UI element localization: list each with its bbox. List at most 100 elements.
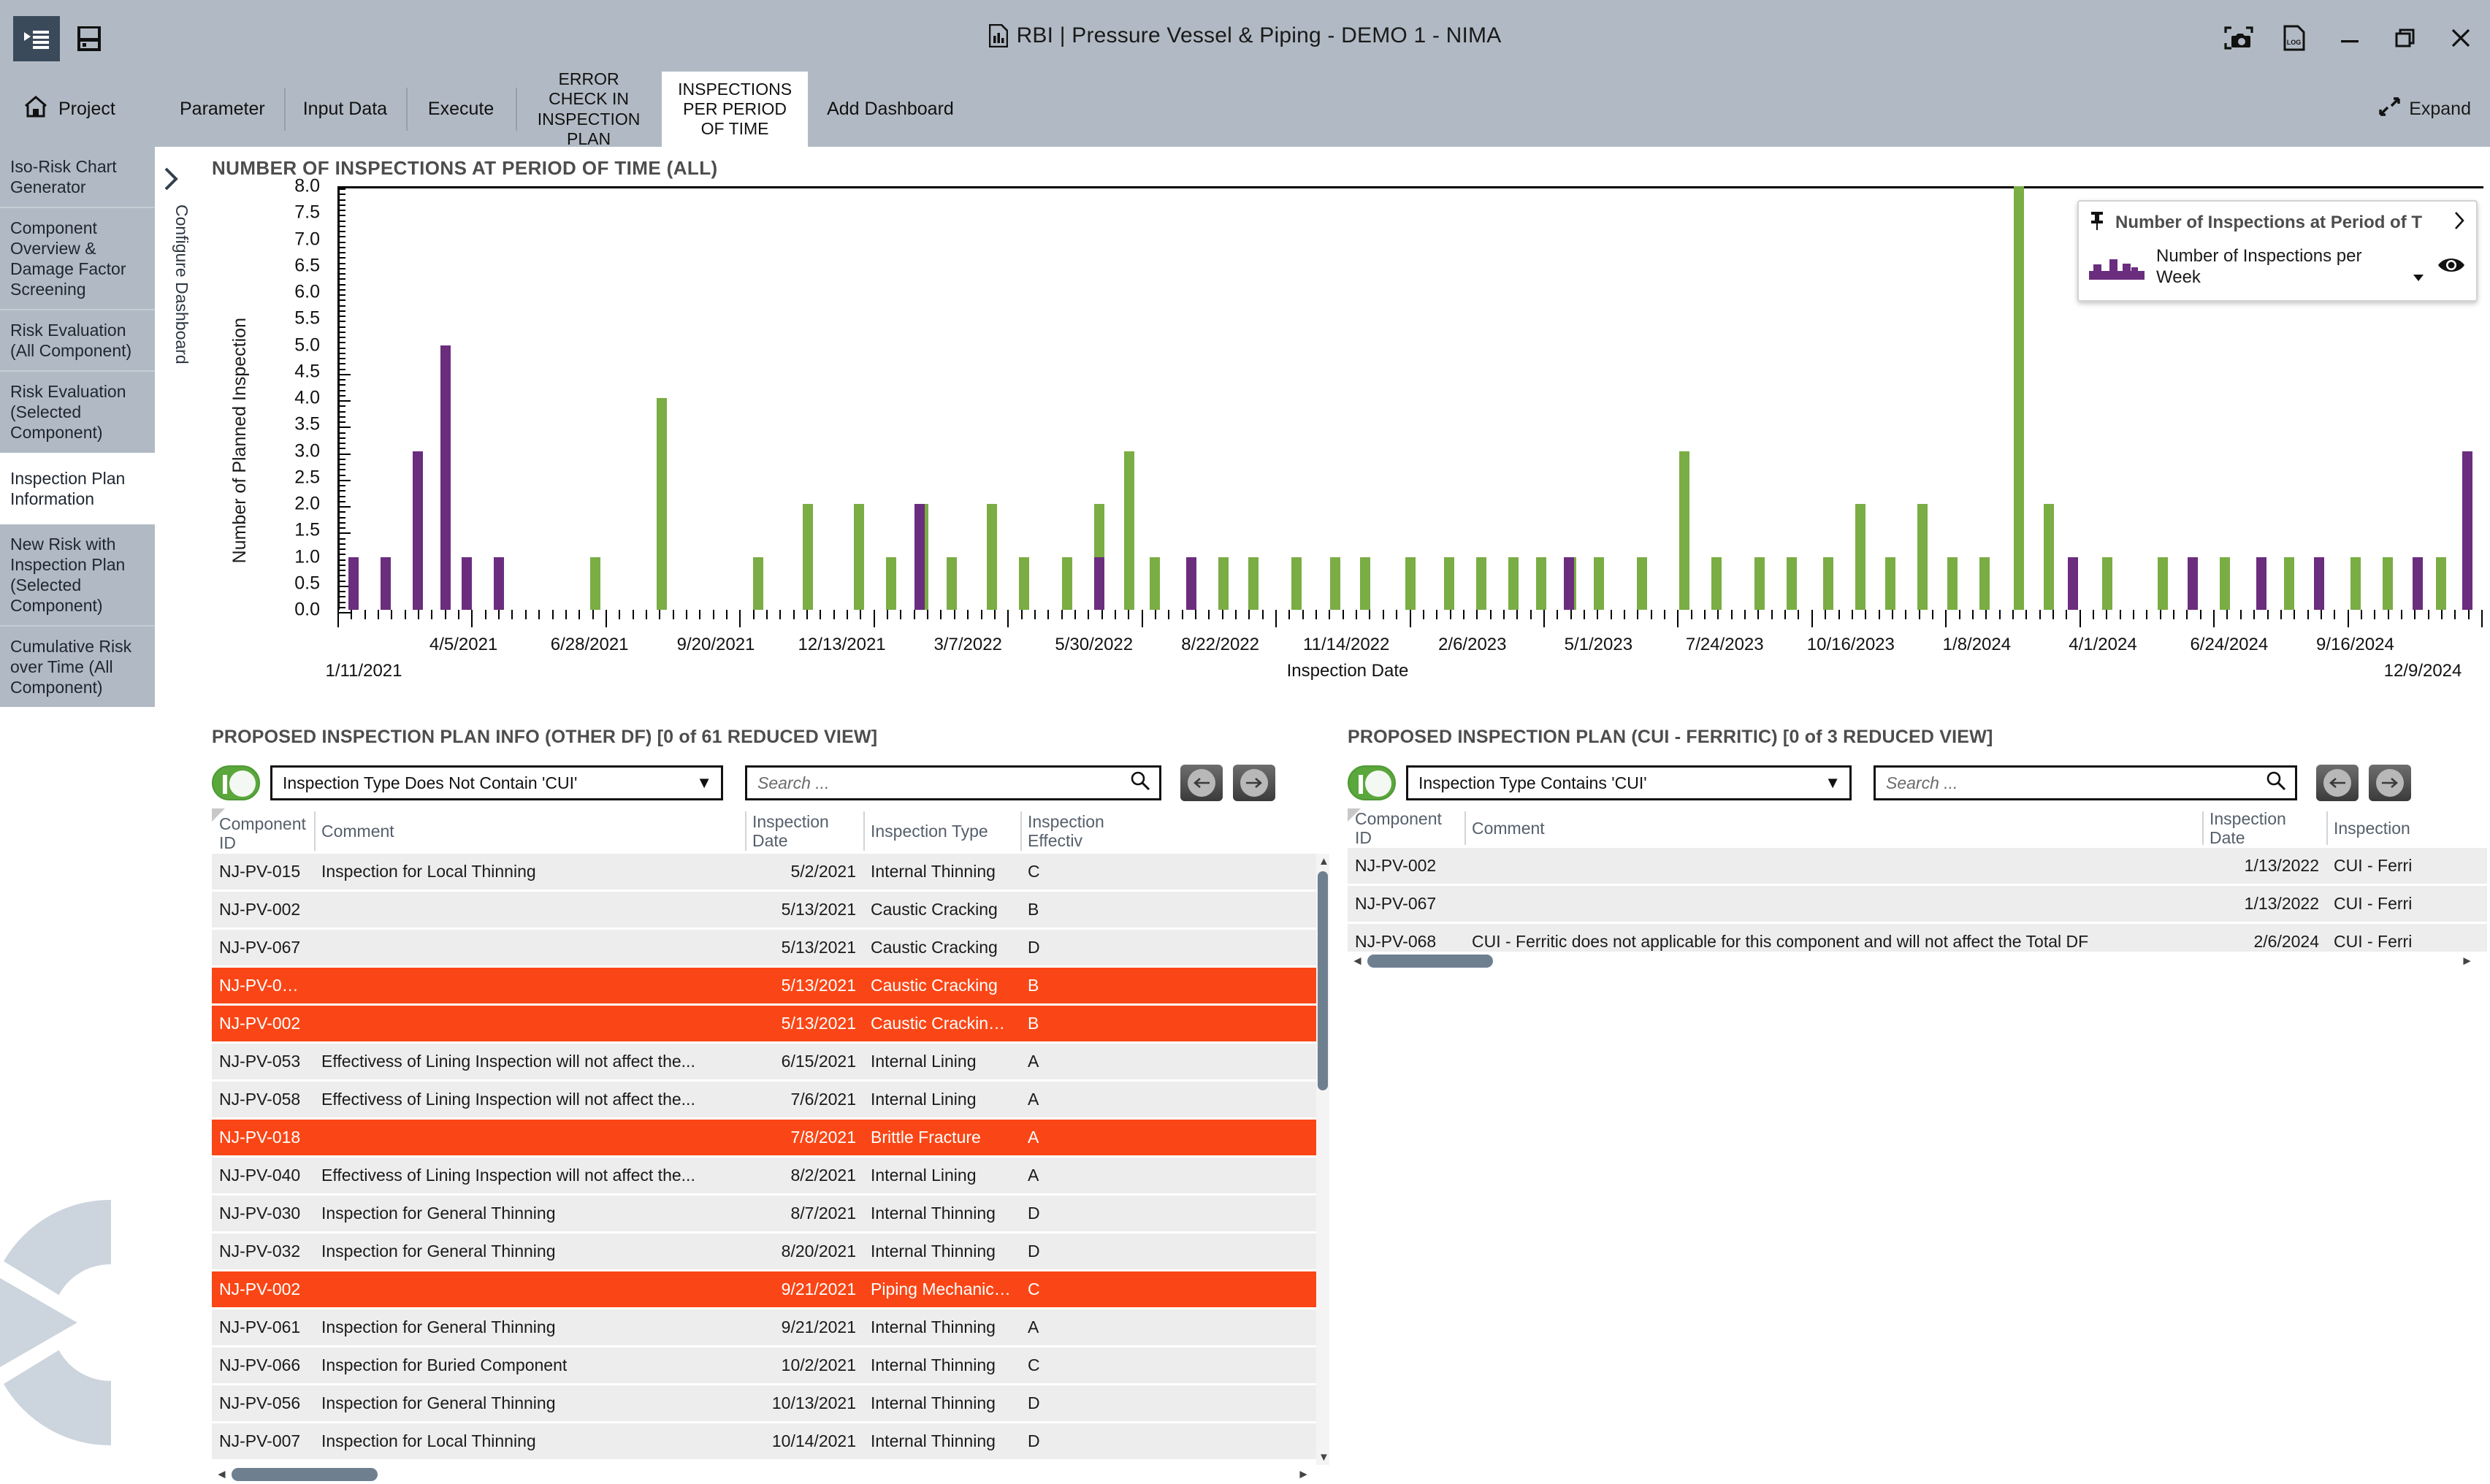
- table-row[interactable]: NJ-PV-018 7/8/2021 Brittle Fracture A: [212, 1120, 1329, 1158]
- left-table-vscroll-thumb[interactable]: [1318, 871, 1328, 1090]
- x-tickmark: [1315, 610, 1318, 619]
- x-tickmark: [847, 610, 849, 619]
- sidebar-item-iso-risk-chart-generator[interactable]: Iso-Risk Chart Generator: [0, 147, 155, 207]
- restore-window-icon[interactable]: [2389, 22, 2421, 54]
- table-row[interactable]: NJ-PV-015 Inspection for Local Thinning 5/…: [212, 854, 1329, 892]
- table-row[interactable]: NJ-PV-056 Inspection for General Thinning…: [212, 1385, 1329, 1423]
- tab-add-dashboard[interactable]: Add Dashboard: [808, 72, 973, 147]
- chart-canvas: Number of Inspections at Period of T Num…: [337, 186, 2483, 613]
- right-table-filter-select[interactable]: Inspection Type Contains 'CUI' ▼: [1406, 765, 1852, 800]
- left-table-hscroll-thumb[interactable]: [231, 1468, 378, 1481]
- column-header-inspection-date[interactable]: Inspection Date: [745, 808, 863, 854]
- table-row[interactable]: NJ-PV-061 Inspection for General Thinning…: [212, 1309, 1329, 1347]
- x-tickmark: [993, 610, 996, 619]
- left-table-vertical-scrollbar[interactable]: ▲ ▼: [1316, 854, 1329, 1465]
- sidebar-item-component-overview-damage-factor-screening[interactable]: Component Overview & Damage Factor Scree…: [0, 207, 155, 309]
- table-row[interactable]: NJ-PV-067 5/13/2021 Caustic Cracking D: [212, 930, 1329, 968]
- sidebar-item-inspection-plan-information[interactable]: Inspection Plan Information: [0, 459, 155, 519]
- right-table-grid[interactable]: Component ID Comment Inspection Date Ins…: [1348, 808, 2487, 971]
- x-tickmark: [2253, 610, 2256, 619]
- right-table-search-value: Search ...: [1886, 773, 1958, 792]
- column-header-component-id[interactable]: Component ID: [212, 808, 314, 854]
- right-table-search-input[interactable]: Search ...: [1874, 765, 2297, 800]
- column-header-inspection-type[interactable]: Inspection: [2326, 808, 2472, 848]
- sidebar-item-new-risk-with-inspection-plan-selected-component[interactable]: New Risk with Inspection Plan (Selected …: [0, 524, 155, 625]
- x-tickmark: [2307, 610, 2309, 619]
- scroll-right-icon[interactable]: ►: [2457, 954, 2477, 968]
- cell-inspection-type: Internal Lining: [871, 1052, 977, 1071]
- camera-screenshot-icon[interactable]: [2223, 22, 2255, 54]
- ribbon-project-button[interactable]: Project: [13, 72, 152, 147]
- table-row[interactable]: NJ-PV-032 Inspection for General Thinning…: [212, 1234, 1329, 1271]
- tab-inspections-per-period-of-time[interactable]: INSPECTIONS PER PERIOD OF TIME: [662, 72, 809, 147]
- left-table-filter-toggle[interactable]: [212, 765, 260, 800]
- chart-bar: [1563, 556, 1574, 610]
- x-tickmark: [1235, 610, 1237, 619]
- table-row[interactable]: NJ-PV-002 5/13/2021 Caustic Cracking6666 B: [212, 1006, 1329, 1044]
- tab-execute[interactable]: Execute: [406, 72, 516, 147]
- x-tickmark: [578, 610, 581, 619]
- left-table-search-input[interactable]: Search ...: [745, 765, 1161, 800]
- left-table-horizontal-scrollbar[interactable]: ◄ ►: [212, 1465, 1329, 1484]
- left-table-prev-button[interactable]: [1180, 765, 1223, 801]
- right-table-filter-toggle[interactable]: [1348, 765, 1396, 800]
- tab-input-data[interactable]: Input Data: [283, 72, 406, 147]
- cell-inspection-type: CUI - Ferri: [2334, 894, 2413, 913]
- scroll-up-icon[interactable]: ▲: [1318, 855, 1329, 868]
- y-tick-label: 0.5: [294, 573, 320, 594]
- table-row[interactable]: NJ-PV-002k... 5/13/2021 Caustic Cracking B: [212, 968, 1329, 1006]
- x-tickmark: [378, 610, 380, 619]
- table-row[interactable]: NJ-PV-002 5/13/2021 Caustic Cracking B: [212, 892, 1329, 930]
- table-row[interactable]: NJ-PV-066 Inspection for Buried Component…: [212, 1347, 1329, 1385]
- x-tickmark: [1221, 610, 1223, 619]
- scroll-down-icon[interactable]: ▼: [1318, 1451, 1329, 1464]
- scroll-left-icon[interactable]: ◄: [212, 1467, 232, 1482]
- table-row[interactable]: NJ-PV-053 Effectivess of Lining Inspectio…: [212, 1044, 1329, 1082]
- eye-icon[interactable]: [2437, 256, 2466, 278]
- caret-down-icon[interactable]: [2412, 270, 2425, 286]
- right-table-horizontal-scrollbar[interactable]: ◄ ►: [1348, 952, 2487, 971]
- table-row[interactable]: NJ-PV-002 1/13/2022 CUI - Ferri: [1348, 848, 2487, 886]
- left-table-filter-select[interactable]: Inspection Type Does Not Contain 'CUI' ▼: [270, 765, 723, 800]
- legend-entry[interactable]: Number of Inspections per Week: [2089, 246, 2466, 288]
- legend-expand-chevron-right-icon[interactable]: [2453, 211, 2466, 234]
- table-row[interactable]: NJ-PV-058 Effectivess of Lining Inspectio…: [212, 1082, 1329, 1120]
- table-row[interactable]: NJ-PV-002 9/21/2021 Piping Mechanical Fa..…: [212, 1271, 1329, 1309]
- sidebar-item-risk-evaluation-all-component[interactable]: Risk Evaluation (All Component): [0, 309, 155, 370]
- tab-parameter[interactable]: Parameter: [161, 72, 284, 147]
- chart-bar: [412, 451, 423, 610]
- cell-inspection-type: Internal Thinning: [871, 1204, 996, 1223]
- minimize-icon[interactable]: [2334, 22, 2366, 54]
- log-document-icon[interactable]: LOG: [2278, 22, 2310, 54]
- close-icon[interactable]: [2445, 22, 2477, 54]
- left-table-next-button[interactable]: [1233, 765, 1275, 801]
- cell-inspection-date: 7/8/2021: [790, 1128, 856, 1147]
- table-row[interactable]: NJ-PV-067 1/13/2022 CUI - Ferri: [1348, 886, 2487, 924]
- column-header-inspection-effectiveness[interactable]: Inspection Effectiv: [1020, 808, 1170, 854]
- column-header-component-id[interactable]: Component ID: [1348, 808, 1464, 848]
- sidebar-item-risk-evaluation-selected-component[interactable]: Risk Evaluation (Selected Component): [0, 370, 155, 452]
- right-table-next-button[interactable]: [2369, 765, 2411, 801]
- configure-dashboard-toggle[interactable]: [162, 167, 180, 197]
- right-table-prev-button[interactable]: [2316, 765, 2359, 801]
- column-header-inspection-type[interactable]: Inspection Type: [863, 808, 1020, 854]
- table-row[interactable]: NJ-PV-040 Effectivess of Lining Inspectio…: [212, 1158, 1329, 1196]
- right-table-hscroll-thumb[interactable]: [1367, 955, 1493, 968]
- table-row[interactable]: NJ-PV-007 Inspection for Local Thinning 10…: [212, 1423, 1329, 1461]
- column-header-comment[interactable]: Comment: [314, 808, 745, 854]
- magnifier-icon[interactable]: [1130, 770, 1150, 795]
- table-row[interactable]: NJ-PV-030 Inspection for General Thinning…: [212, 1196, 1329, 1234]
- pin-icon[interactable]: [2089, 210, 2105, 234]
- chart-legend[interactable]: Number of Inspections at Period of T Num…: [2077, 200, 2478, 302]
- expand-button[interactable]: Expand: [2378, 72, 2471, 147]
- cell-inspection-date: 1/13/2022: [2244, 856, 2319, 875]
- column-header-inspection-date[interactable]: Inspection Date: [2202, 808, 2326, 848]
- scroll-left-icon[interactable]: ◄: [1348, 954, 1367, 968]
- left-table-grid[interactable]: Component ID Comment Inspection Date Ins…: [212, 808, 1329, 1484]
- tab-error-check-in-inspection-plan[interactable]: ERROR CHECK IN INSPECTION PLAN: [516, 69, 662, 148]
- x-tickmark: [1557, 610, 1559, 619]
- sidebar-item-cumulative-risk-over-time-all-component[interactable]: Cumulative Risk over Time (All Component…: [0, 625, 155, 707]
- column-header-comment[interactable]: Comment: [1464, 808, 2202, 848]
- scroll-right-icon[interactable]: ►: [1294, 1467, 1313, 1482]
- magnifier-icon[interactable]: [2266, 770, 2286, 795]
